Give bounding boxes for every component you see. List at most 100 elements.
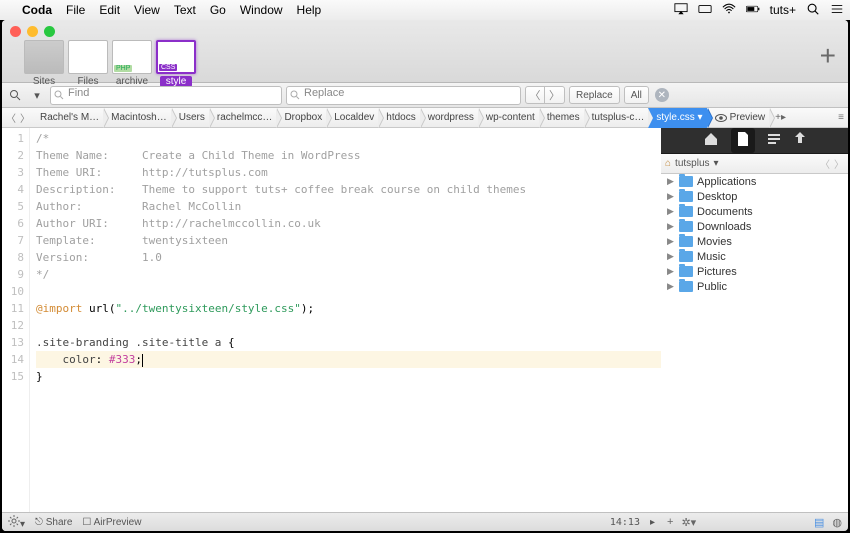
search-dropdown-icon[interactable]: ▾ (28, 86, 46, 104)
status-dropdown-icon[interactable]: ▸ (650, 517, 655, 528)
panel-publish-icon[interactable] (793, 131, 807, 150)
menu-text[interactable]: Text (174, 3, 196, 17)
view-list-icon[interactable]: ▤ (814, 516, 824, 529)
editor-pane: 123456789101112131415 /*Theme Name: Crea… (2, 128, 661, 531)
app-window: Sites Files PHParchive CSSstyle + ▾ Find… (2, 20, 848, 531)
symbol-navigator-icon[interactable]: ≡ (834, 112, 848, 123)
replace-button[interactable]: Replace (569, 86, 620, 104)
path-segment[interactable]: wp-content (478, 108, 539, 128)
keyboard-icon[interactable] (698, 2, 712, 19)
path-segment[interactable]: tutsplus-c… (584, 108, 649, 128)
close-window-button[interactable] (10, 26, 21, 37)
path-segment[interactable]: Users (171, 108, 209, 128)
folder-tree[interactable]: ▶Applications▶Desktop▶Documents▶Download… (661, 174, 848, 512)
folder-label: Downloads (697, 221, 751, 233)
code-area[interactable]: /*Theme Name: Create a Child Theme in Wo… (30, 128, 661, 512)
line-gutter: 123456789101112131415 (2, 128, 30, 512)
view-column-icon[interactable]: ◍ (832, 516, 842, 529)
folder-icon (679, 281, 693, 292)
cursor-position: 14:13 (610, 517, 640, 528)
tab-style[interactable]: CSSstyle (156, 40, 196, 87)
spotlight-icon[interactable] (806, 2, 820, 19)
panel-home-icon[interactable] (703, 131, 719, 150)
menu-help[interactable]: Help (297, 3, 322, 17)
folder-label: Desktop (697, 191, 737, 203)
titlebar: Sites Files PHParchive CSSstyle + (2, 20, 848, 83)
panel-text-icon[interactable] (767, 132, 781, 149)
folder-label: Pictures (697, 266, 737, 278)
path-segment[interactable]: wordpress (420, 108, 478, 128)
code-editor[interactable]: 123456789101112131415 /*Theme Name: Crea… (2, 128, 661, 512)
path-segment[interactable]: Dropbox (276, 108, 326, 128)
new-tab-button[interactable]: + (820, 40, 836, 72)
folder-label: Public (697, 281, 727, 293)
editor-status-bar: ▾ ⎋ Share ☐ AirPreview 14:13 ▸ (2, 512, 661, 531)
folder-icon (679, 266, 693, 277)
folder-label: Music (697, 251, 726, 263)
search-options-icon[interactable] (6, 86, 24, 104)
tab-sites[interactable]: Sites (24, 40, 64, 87)
add-split-button[interactable]: +▸ (775, 112, 786, 123)
menu-file[interactable]: File (66, 3, 85, 17)
folder-icon (679, 191, 693, 202)
path-segment[interactable]: Macintosh… (103, 108, 171, 128)
airpreview-button[interactable]: ☐ AirPreview (82, 517, 141, 528)
find-prev-next: 〈 〉 (525, 86, 565, 104)
file-panel: ⌂ tutsplus ▾ 〈〉 ▶Applications▶Desktop▶Do… (661, 128, 848, 531)
app-menu[interactable]: Coda (22, 3, 52, 17)
preview-button[interactable]: Preview (707, 108, 770, 128)
panel-back-button[interactable]: 〈 (820, 156, 830, 171)
airplay-icon[interactable] (674, 2, 688, 19)
tab-files[interactable]: Files (68, 40, 108, 87)
path-segment-active[interactable]: style.css ▾ (648, 108, 706, 128)
folder-label: Documents (697, 206, 753, 218)
wifi-icon[interactable] (722, 2, 736, 19)
folder-row[interactable]: ▶Applications (661, 174, 848, 189)
main-area: 123456789101112131415 /*Theme Name: Crea… (2, 128, 848, 531)
add-item-icon[interactable]: + (667, 516, 673, 528)
folder-row[interactable]: ▶Movies (661, 234, 848, 249)
home-icon[interactable]: ⌂ (665, 158, 671, 169)
menu-extras-icon[interactable] (830, 2, 844, 19)
panel-mode-switcher (661, 128, 848, 154)
folder-icon (679, 236, 693, 247)
panel-gear-icon[interactable]: ✲▾ (681, 516, 696, 529)
folder-row[interactable]: ▶Public (661, 279, 848, 294)
zoom-window-button[interactable] (44, 26, 55, 37)
folder-row[interactable]: ▶Pictures (661, 264, 848, 279)
folder-row[interactable]: ▶Documents (661, 204, 848, 219)
folder-row[interactable]: ▶Desktop (661, 189, 848, 204)
menu-go[interactable]: Go (210, 3, 226, 17)
path-forward-button[interactable]: 〉 (18, 110, 32, 125)
panel-root-label[interactable]: tutsplus (675, 158, 709, 169)
menu-edit[interactable]: Edit (99, 3, 120, 17)
path-segment[interactable]: Rachel's M… (32, 108, 103, 128)
panel-status-bar: + ✲▾ ▤ ◍ (661, 512, 848, 531)
folder-row[interactable]: ▶Downloads (661, 219, 848, 234)
path-segment[interactable]: rachelmcc… (209, 108, 277, 128)
find-prev-button[interactable]: 〈 (525, 86, 545, 104)
find-input[interactable]: Find (50, 86, 282, 105)
close-findbar-button[interactable]: ✕ (655, 88, 669, 102)
panel-forward-button[interactable]: 〉 (834, 156, 844, 171)
menu-window[interactable]: Window (240, 3, 283, 17)
panel-files-icon[interactable] (731, 128, 755, 153)
menu-view[interactable]: View (134, 3, 160, 17)
share-button[interactable]: ⎋ Share (35, 517, 72, 528)
panel-path-dropdown[interactable]: ▾ (714, 158, 719, 169)
gear-icon[interactable]: ▾ (8, 515, 25, 530)
macos-menu-bar: Coda File Edit View Text Go Window Help … (0, 0, 850, 20)
find-next-button[interactable]: 〉 (545, 86, 565, 104)
minimize-window-button[interactable] (27, 26, 38, 37)
folder-icon (679, 251, 693, 262)
user-menu[interactable]: tuts+ (770, 3, 796, 17)
battery-icon[interactable] (746, 2, 760, 19)
path-segment[interactable]: htdocs (378, 108, 419, 128)
replace-input[interactable]: Replace (286, 86, 521, 105)
replace-all-button[interactable]: All (624, 86, 649, 104)
path-segment[interactable]: Localdev (326, 108, 378, 128)
path-back-button[interactable]: 〈 (4, 110, 18, 125)
tab-archive[interactable]: PHParchive (112, 40, 152, 87)
folder-row[interactable]: ▶Music (661, 249, 848, 264)
path-segment[interactable]: themes (539, 108, 584, 128)
